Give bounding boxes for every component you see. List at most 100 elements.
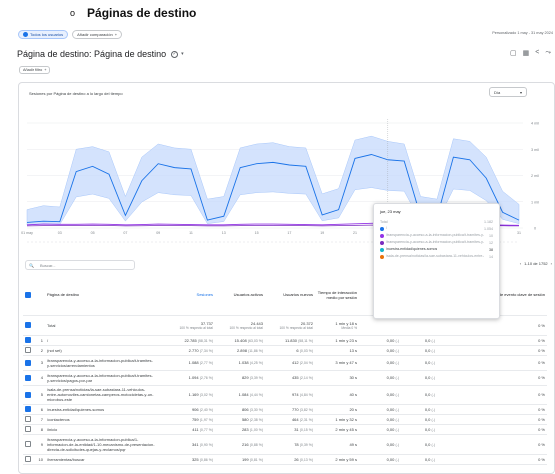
- bullet-marker: o: [70, 8, 76, 18]
- report-title-bar: Página de destino: Página de destino ✓ ▾…: [14, 45, 555, 63]
- row-active: 806: [241, 406, 249, 412]
- row-rate: 0 %: [437, 355, 547, 371]
- row-active: 829: [241, 375, 249, 380]
- col-new-users[interactable]: Usuarios nuevos: [265, 275, 315, 316]
- row-new-pct: (2,31 %): [299, 417, 313, 422]
- row-checkbox[interactable]: [25, 426, 31, 432]
- row-checkbox[interactable]: [25, 374, 31, 381]
- heading-text: Páginas de destino: [87, 6, 197, 20]
- search-input[interactable]: 🔍 Buscar...: [25, 260, 135, 270]
- tooltip-value: 38: [489, 247, 493, 252]
- tooltip-row: / 1.054: [380, 225, 493, 232]
- row-sessions-pct: (0,86 %): [199, 457, 213, 462]
- x-tick-label: 19: [320, 231, 324, 235]
- verified-check-icon[interactable]: ✓: [171, 50, 179, 58]
- row-active-pct: (0,88 %): [249, 442, 263, 447]
- row-page[interactable]: /: [45, 335, 157, 346]
- tooltip-value: 12: [489, 240, 493, 245]
- y-tick-label: 0: [534, 227, 536, 231]
- row-new-pct: (2,14 %): [299, 376, 313, 380]
- all-users-chip[interactable]: Todos los usuarios: [18, 30, 69, 39]
- total-active-sub: 100 % respecto al total: [229, 325, 263, 330]
- insights-icon[interactable]: ⤳: [545, 49, 551, 57]
- table-row[interactable]: 4/transparencia-y-acceso-a-la-informacio…: [23, 370, 547, 386]
- row-checkbox[interactable]: [25, 391, 31, 398]
- tooltip-value: 1.054: [484, 226, 493, 231]
- row-page[interactable]: /herramientas/buscar: [45, 454, 157, 465]
- row-page[interactable]: (not set): [45, 345, 157, 356]
- row-checkbox[interactable]: [25, 347, 31, 353]
- add-filter-button[interactable]: Añadir filtro +: [19, 66, 51, 74]
- total-time: 1 min y 18 s: [335, 320, 357, 326]
- date-range[interactable]: Personalizado 1 may - 31 may 2024: [492, 31, 553, 35]
- total-new: 20.372: [300, 320, 313, 326]
- row-sessions-pct: (58,31 %): [197, 338, 213, 343]
- row-page[interactable]: /transparencia-y-acceso-a-la-informacion…: [45, 370, 157, 386]
- table-row[interactable]: 9/transparencia-y-acceso-a-la-informacio…: [23, 434, 547, 455]
- tooltip-value: 1.182: [484, 219, 493, 224]
- row-c6-pct: (-): [395, 427, 400, 432]
- table-row[interactable]: 3/transparencia-y-acceso-a-la-informacio…: [23, 355, 547, 371]
- select-all-checkbox[interactable]: [25, 291, 31, 298]
- next-page-icon[interactable]: ›: [551, 261, 552, 266]
- row-page[interactable]: /inicio: [45, 424, 157, 435]
- row-number: 2: [33, 345, 45, 356]
- row-checkbox[interactable]: [25, 337, 31, 343]
- col-avg-engagement[interactable]: Tiempo de interacción medio por sesión: [315, 275, 359, 316]
- row-new: 78: [294, 441, 299, 447]
- prev-page-icon[interactable]: ‹: [520, 261, 521, 266]
- totals-label: Total: [45, 315, 157, 336]
- row-page[interactable]: /transparencia-y-acceso-a-la-informacion…: [45, 434, 157, 455]
- col-landing-page[interactable]: Página de destino: [45, 275, 157, 316]
- row-checkbox[interactable]: [25, 456, 31, 462]
- tooltip-label: /sala-de-prensa/noticias/la-sae-subastar…: [386, 254, 484, 259]
- row-number: 7: [33, 414, 45, 425]
- x-tick-label: 01 may: [21, 231, 33, 235]
- row-c6-pct: (-): [395, 417, 400, 422]
- tooltip-label: Total: [380, 219, 388, 224]
- totals-checkbox[interactable]: [25, 322, 31, 328]
- series-swatch-icon: [380, 233, 384, 238]
- row-new-pct: (0,15 %): [299, 427, 313, 432]
- row-sessions-pct: (1,97 %): [199, 417, 213, 422]
- row-c7: 0,0: [424, 392, 431, 397]
- row-page[interactable]: /transparencia-y-acceso-a-la-informacion…: [45, 355, 157, 371]
- row-new-pct: (0,03 %): [299, 348, 313, 353]
- row-c7: 0,0: [424, 337, 431, 343]
- table-row[interactable]: 10/herramientas/buscar 325 (0,86 %) 199 (0…: [23, 454, 547, 465]
- add-comparison-button[interactable]: Añadir comparación +: [72, 30, 123, 39]
- x-tick-label: 15: [255, 231, 259, 235]
- table-row[interactable]: 7/contactenos 759 (1,97 %) 580 (2,38 %) 464…: [23, 414, 547, 425]
- row-page[interactable]: /contactenos: [45, 414, 157, 425]
- col-sessions[interactable]: Sesiones: [157, 275, 215, 316]
- report-title: Página de destino: Página de destino: [17, 49, 167, 59]
- row-checkbox[interactable]: [25, 441, 31, 447]
- row-c7-pct: (-): [431, 417, 436, 422]
- row-rate: 0 %: [437, 370, 547, 386]
- chevron-down-icon[interactable]: ▾: [181, 51, 184, 57]
- row-number: 8: [33, 424, 45, 435]
- table-row[interactable]: 1/ 22.785 (58,31 %) 15.408 (63,03 %) 11.830…: [23, 335, 547, 346]
- table-row[interactable]: 6/nuestra-entidad/quienes-somos 906 (2,40…: [23, 404, 547, 415]
- col-active-users[interactable]: Usuarios activos: [215, 275, 265, 316]
- table-row[interactable]: 2 (not set) 2.770 (7,34 %) 2.898 (11,86 %) 6…: [23, 345, 547, 356]
- row-page[interactable]: /nuestra-entidad/quienes-somos: [45, 404, 157, 415]
- tooltip-row: Total 1.182: [380, 218, 493, 225]
- row-c7: 0,0: [424, 375, 431, 380]
- row-c6: 0,00: [386, 392, 395, 397]
- compare-icon[interactable]: ▦: [523, 49, 530, 57]
- table-row[interactable]: 8/inicio 411 (0,77 %) 283 (1,00 %) 31 (0,15…: [23, 424, 547, 435]
- y-tick-label: 4 mil: [531, 122, 539, 126]
- select-all-header[interactable]: [23, 275, 33, 316]
- table-row[interactable]: 5/sala-de-prensa/noticias/la-sae-subasta…: [23, 385, 547, 405]
- tooltip-row: /transparencia-y-acceso-a-la-informacion…: [380, 232, 493, 239]
- row-checkbox[interactable]: [25, 406, 31, 412]
- row-page[interactable]: /sala-de-prensa/noticias/la-sae-subastar…: [45, 385, 157, 405]
- row-checkbox[interactable]: [25, 359, 31, 366]
- tooltip-value: 10: [489, 233, 493, 238]
- y-tick-label: 3 mil: [531, 148, 539, 152]
- customize-report-icon[interactable]: ▢: [510, 49, 517, 57]
- tooltip-date: jue, 23 may: [380, 209, 401, 214]
- share-icon[interactable]: <: [535, 49, 539, 57]
- row-checkbox[interactable]: [25, 416, 31, 422]
